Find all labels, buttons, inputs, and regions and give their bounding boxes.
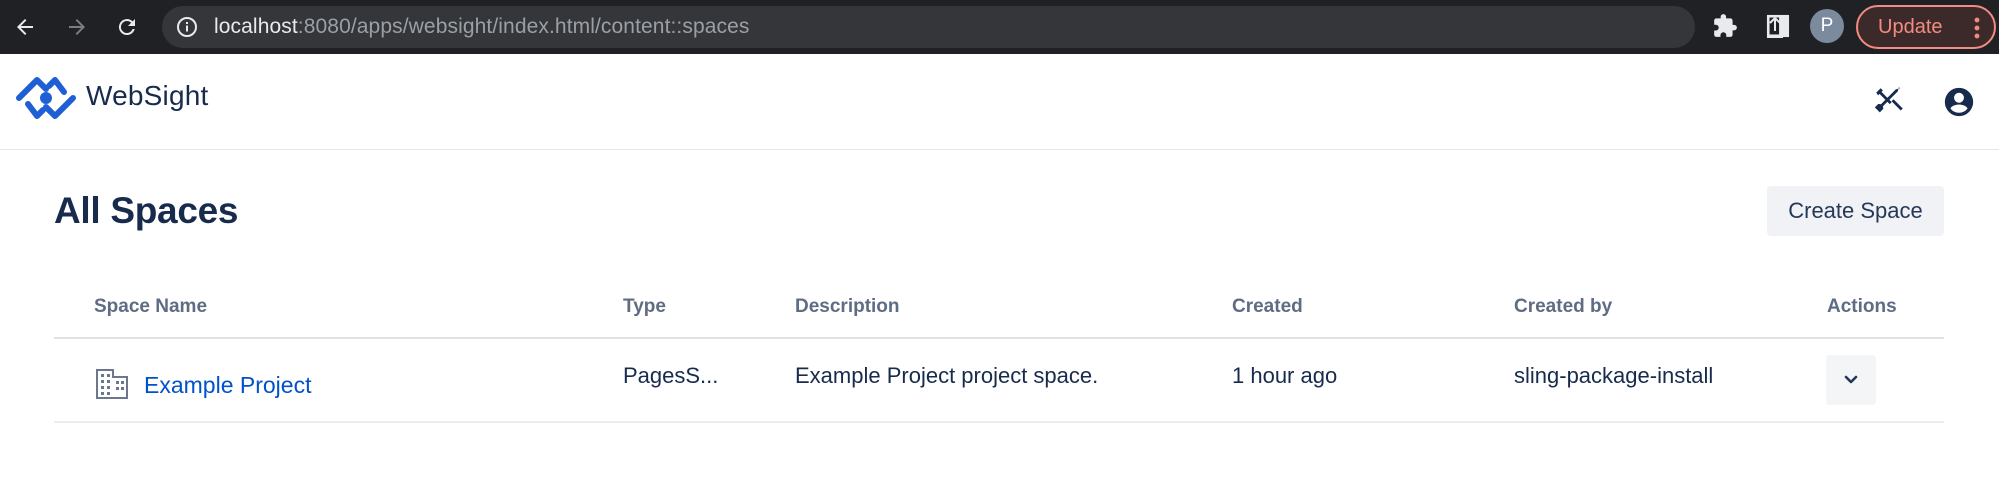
forward-arrow-icon (69, 19, 85, 35)
create-space-button[interactable]: Create Space (1767, 186, 1944, 236)
url-text[interactable]: localhost:8080/apps/websight/index.html/… (214, 6, 750, 48)
space-description: Example Project project space. (795, 363, 1099, 388)
column-header-actions: Actions (1827, 296, 1897, 317)
update-button[interactable]: Update (1856, 5, 1996, 49)
row-actions-button[interactable] (1826, 355, 1876, 405)
column-header-space-name[interactable]: Space Name (94, 296, 207, 318)
info-icon[interactable] (176, 16, 198, 38)
table-row: Example Project PagesS... Example Projec… (54, 339, 1944, 423)
reload-button[interactable] (110, 10, 144, 44)
browser-toolbar: localhost:8080/apps/websight/index.html/… (0, 0, 1999, 54)
tools-icon[interactable] (1872, 84, 1906, 118)
column-header-description[interactable]: Description (795, 296, 900, 318)
chevron-down-icon (1844, 375, 1858, 384)
url-host: localhost (214, 15, 298, 38)
space-created-by: sling-package-install (1514, 363, 1714, 388)
websight-logo-icon[interactable] (16, 76, 76, 120)
column-header-created[interactable]: Created (1232, 296, 1303, 318)
building-icon (96, 369, 128, 399)
profile-avatar[interactable]: P (1810, 9, 1844, 43)
app-header: WebSight (0, 54, 1999, 150)
column-header-created-by[interactable]: Created by (1514, 296, 1612, 318)
brand-name[interactable]: WebSight (86, 80, 209, 112)
more-vert-icon (1974, 17, 1980, 39)
page-title: All Spaces (54, 190, 239, 231)
side-panel-icon[interactable] (1765, 13, 1791, 39)
space-name-link[interactable]: Example Project (144, 372, 311, 399)
account-circle-icon[interactable] (1942, 85, 1976, 119)
space-created: 1 hour ago (1232, 363, 1338, 388)
forward-button[interactable] (60, 10, 94, 44)
space-type: PagesS... (623, 363, 719, 388)
back-button[interactable] (8, 10, 42, 44)
column-header-type[interactable]: Type (623, 296, 666, 318)
update-label: Update (1878, 16, 1943, 38)
reload-icon (118, 19, 135, 36)
back-arrow-icon (17, 19, 33, 35)
table-header: Space Name Type Description Created Crea… (54, 285, 1944, 339)
address-bar[interactable]: localhost:8080/apps/websight/index.html/… (162, 6, 1835, 48)
puzzle-icon[interactable] (1712, 13, 1738, 39)
url-path: :8080/apps/websight/index.html/content::… (297, 15, 750, 38)
